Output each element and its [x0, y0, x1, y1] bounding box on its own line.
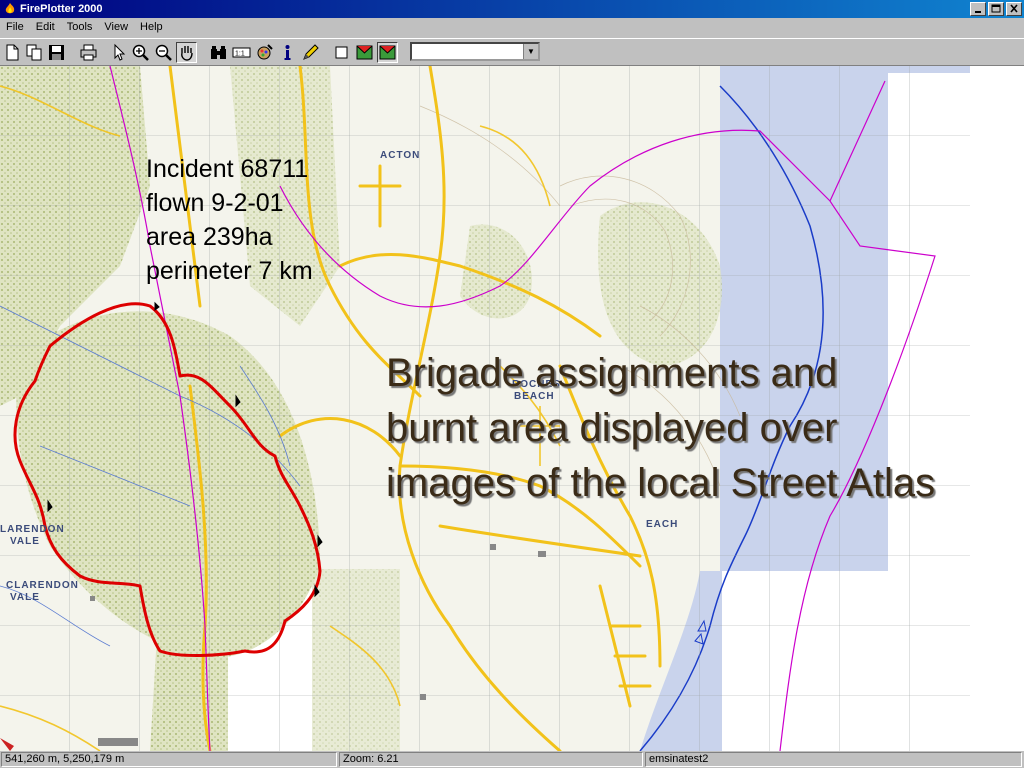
rectangle-button[interactable] [331, 42, 352, 63]
new-icon [6, 44, 19, 61]
incident-area: area 239ha [146, 223, 273, 251]
maximize-icon [991, 4, 1001, 13]
print-icon [80, 44, 97, 61]
map-view[interactable]: ACTON ROCHES BEACH LARENDON VALE CLAREND… [0, 66, 1024, 751]
zoom-in-button[interactable] [130, 42, 151, 63]
menu-help[interactable]: Help [134, 18, 169, 37]
print-button[interactable] [78, 42, 99, 63]
map-layer-active-icon [379, 45, 396, 60]
incident-number: Incident 68711 [146, 155, 309, 183]
info-button[interactable] [277, 42, 298, 63]
map-label-acton: ACTON [380, 150, 421, 161]
pencil-icon [303, 44, 319, 60]
map-layer-active-button[interactable] [377, 42, 398, 63]
find-button[interactable] [208, 42, 229, 63]
caption-line-3: images of the local Street Atlas [386, 461, 936, 505]
layer-select[interactable]: ▼ [410, 42, 540, 61]
map-label-vale-2: VALE [10, 592, 40, 603]
svg-text:1:1: 1:1 [235, 51, 245, 58]
save-button[interactable] [46, 42, 67, 63]
status-layer-name: emsinatest2 [645, 752, 1022, 767]
status-coordinates: 541,260 m, 5,250,179 m [1, 752, 337, 767]
map-layer-button[interactable] [354, 42, 375, 63]
menu-bar: File Edit Tools View Help [0, 18, 1024, 37]
caption-line-1: Brigade assignments and [386, 351, 838, 395]
pointer-button[interactable] [108, 42, 129, 63]
map-layer-icon [356, 45, 373, 60]
menu-tools[interactable]: Tools [61, 18, 99, 37]
pointer-icon [114, 43, 126, 61]
close-button[interactable] [1006, 2, 1022, 16]
new-button[interactable] [2, 42, 23, 63]
copy-icon [26, 44, 42, 61]
measure-icon: 1:1 [232, 47, 251, 58]
app-window: FirePlotter 2000 File Edit Tools View Help [0, 0, 1024, 768]
close-icon [1010, 4, 1018, 13]
app-flame-icon [5, 3, 15, 14]
menu-file[interactable]: File [0, 18, 30, 37]
minimize-button[interactable] [970, 2, 986, 16]
chevron-down-icon[interactable]: ▼ [523, 44, 538, 59]
info-icon [284, 45, 291, 60]
save-icon [49, 45, 64, 60]
map-label-clarendon-2: CLARENDON [6, 580, 79, 591]
map-label-clarendon-1: LARENDON [0, 524, 65, 535]
layers-button[interactable] [254, 42, 275, 63]
zoom-out-icon [155, 44, 172, 61]
caption-line-2: burnt area displayed over [386, 406, 838, 450]
maximize-button[interactable] [988, 2, 1004, 16]
binoculars-icon [211, 46, 226, 59]
incident-annotation: Incident 68711 flown 9-2-01 area 239ha p… [146, 152, 313, 288]
draw-button[interactable] [300, 42, 321, 63]
window-title: FirePlotter 2000 [20, 3, 103, 15]
pan-hand-icon [181, 46, 193, 61]
map-label-vale-1: VALE [10, 536, 40, 547]
minimize-icon [975, 11, 981, 13]
rectangle-icon [335, 46, 348, 59]
title-bar[interactable]: FirePlotter 2000 [0, 0, 1024, 18]
layers-icon [257, 44, 273, 60]
pan-button[interactable] [176, 42, 197, 63]
toolbar: 1:1 ▼ [0, 38, 1024, 66]
zoom-out-button[interactable] [153, 42, 174, 63]
incident-perimeter: perimeter 7 km [146, 257, 313, 285]
incident-flown-date: flown 9-2-01 [146, 189, 284, 217]
map-label-each: EACH [646, 519, 679, 530]
menu-view[interactable]: View [98, 18, 134, 37]
menu-edit[interactable]: Edit [30, 18, 61, 37]
zoom-in-icon [132, 44, 149, 61]
map-caption: Brigade assignments and burnt area displ… [386, 346, 935, 511]
copy-button[interactable] [24, 42, 45, 63]
status-bar: 541,260 m, 5,250,179 m Zoom: 6.21 emsina… [0, 751, 1024, 768]
status-zoom: Zoom: 6.21 [339, 752, 643, 767]
scale-button[interactable]: 1:1 [231, 42, 252, 63]
